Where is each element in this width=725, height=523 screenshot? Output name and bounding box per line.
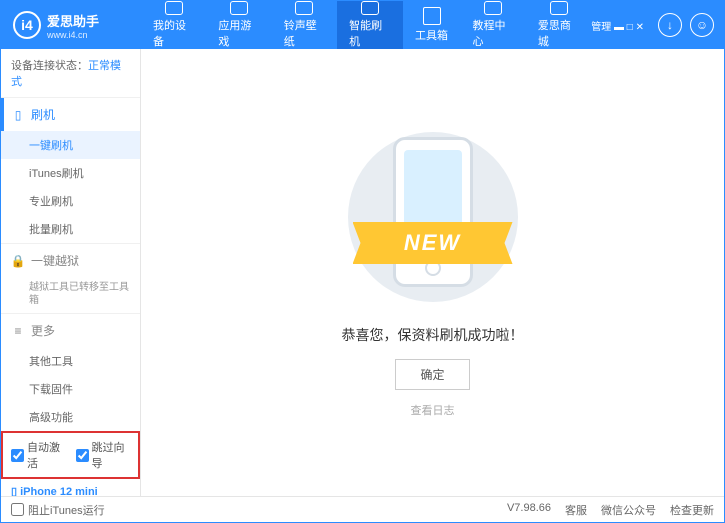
- app-url: www.i4.cn: [47, 30, 99, 40]
- device-name: ▯ iPhone 12 mini: [11, 485, 130, 496]
- window-buttons[interactable]: 管理 ▬ □ ✕: [591, 18, 644, 33]
- sidebar-more-section: ≡ 更多 其他工具 下载固件 高级功能: [1, 313, 140, 431]
- success-illustration: NEW: [343, 127, 523, 307]
- sidebar-head-label: 一键越狱: [31, 252, 79, 269]
- flash-options-checks: 自动激活 跳过向导: [1, 431, 140, 479]
- block-itunes-label: 阻止iTunes运行: [28, 502, 105, 518]
- statusbar-right: V7.98.66 客服 微信公众号 检查更新: [507, 502, 714, 518]
- app-window: i4 爱思助手 www.i4.cn 我的设备 应用游戏 铃声壁纸 智能刷机 工具…: [0, 0, 725, 523]
- nav-ringtones[interactable]: 铃声壁纸: [272, 1, 337, 49]
- logo-text: 爱思助手 www.i4.cn: [47, 11, 99, 40]
- flash-icon: [361, 1, 379, 15]
- titlebar: i4 爱思助手 www.i4.cn 我的设备 应用游戏 铃声壁纸 智能刷机 工具…: [1, 1, 724, 49]
- apps-icon: [230, 1, 248, 15]
- toolbox-icon: [423, 7, 441, 25]
- sidebar-item-other-tools[interactable]: 其他工具: [1, 347, 140, 375]
- connection-status: 设备连接状态：正常模式: [1, 49, 140, 97]
- sidebar-head-label: 刷机: [31, 106, 55, 123]
- logo-area: i4 爱思助手 www.i4.cn: [1, 11, 141, 40]
- menu-icon: ≡: [11, 324, 25, 338]
- nav-apps-games[interactable]: 应用游戏: [206, 1, 271, 49]
- nav-tabs: 我的设备 应用游戏 铃声壁纸 智能刷机 工具箱 教程中心 爱思商城: [141, 1, 591, 49]
- phone-graphic: [393, 137, 473, 287]
- new-ribbon: NEW: [353, 222, 513, 264]
- sidebar-item-itunes-flash[interactable]: iTunes刷机: [1, 159, 140, 187]
- sidebar-item-download-fw[interactable]: 下载固件: [1, 375, 140, 403]
- user-icon[interactable]: ☺: [690, 13, 714, 37]
- statusbar-left: 阻止iTunes运行: [11, 502, 105, 518]
- version-label: V7.98.66: [507, 502, 551, 518]
- ringtone-icon: [295, 1, 313, 15]
- nav-label: 教程中心: [473, 17, 514, 49]
- conn-label: 设备连接状态：: [11, 60, 88, 72]
- statusbar: 阻止iTunes运行 V7.98.66 客服 微信公众号 检查更新: [1, 496, 724, 522]
- check-label: 跳过向导: [92, 439, 131, 471]
- check-auto-activate[interactable]: 自动激活: [11, 439, 66, 471]
- sidebar-bottom: 自动激活 跳过向导 ▯ iPhone 12 mini 64GB Down-12m…: [1, 431, 140, 496]
- nav-label: 工具箱: [415, 27, 448, 43]
- sidebar-flash-section: ▯ 刷机 一键刷机 iTunes刷机 专业刷机 批量刷机: [1, 97, 140, 243]
- nav-label: 爱思商城: [538, 17, 579, 49]
- main-content: NEW 恭喜您，保资料刷机成功啦！ 确定 查看日志: [141, 49, 724, 496]
- sidebar-head-more[interactable]: ≡ 更多: [1, 314, 140, 347]
- sidebar-item-advanced[interactable]: 高级功能: [1, 403, 140, 431]
- nav-tutorials[interactable]: 教程中心: [461, 1, 526, 49]
- download-icon[interactable]: ↓: [658, 13, 682, 37]
- sidebar: 设备连接状态：正常模式 ▯ 刷机 一键刷机 iTunes刷机 专业刷机 批量刷机…: [1, 49, 141, 496]
- sidebar-head-label: 更多: [31, 322, 55, 339]
- sidebar-item-oneclick-flash[interactable]: 一键刷机: [1, 131, 140, 159]
- tutorial-icon: [484, 1, 502, 15]
- app-name: 爱思助手: [47, 11, 99, 30]
- sidebar-item-batch-flash[interactable]: 批量刷机: [1, 215, 140, 243]
- nav-store[interactable]: 爱思商城: [526, 1, 591, 49]
- check-update-link[interactable]: 检查更新: [670, 502, 714, 518]
- jailbreak-note: 越狱工具已转移至工具箱: [1, 277, 140, 313]
- nav-my-device[interactable]: 我的设备: [141, 1, 206, 49]
- nav-label: 我的设备: [153, 17, 194, 49]
- nav-label: 智能刷机: [349, 17, 390, 49]
- nav-label: 铃声壁纸: [284, 17, 325, 49]
- check-label: 自动激活: [27, 439, 66, 471]
- check-skip-guide[interactable]: 跳过向导: [76, 439, 131, 471]
- title-controls: 管理 ▬ □ ✕ ↓ ☺: [591, 13, 724, 37]
- device-icon: [165, 1, 183, 15]
- customer-service-link[interactable]: 客服: [565, 502, 587, 518]
- nav-label: 应用游戏: [218, 17, 259, 49]
- sidebar-head-jailbreak[interactable]: 🔒 一键越狱: [1, 244, 140, 277]
- nav-smart-flash[interactable]: 智能刷机: [337, 1, 402, 49]
- sidebar-item-pro-flash[interactable]: 专业刷机: [1, 187, 140, 215]
- lock-icon: 🔒: [11, 254, 25, 268]
- sidebar-jailbreak-section: 🔒 一键越狱 越狱工具已转移至工具箱: [1, 243, 140, 313]
- device-info: ▯ iPhone 12 mini 64GB Down-12mini-13,1: [1, 479, 140, 496]
- sidebar-head-flash[interactable]: ▯ 刷机: [1, 98, 140, 131]
- wechat-link[interactable]: 微信公众号: [601, 502, 656, 518]
- checkbox-auto-activate[interactable]: [11, 449, 24, 462]
- view-log-link[interactable]: 查看日志: [411, 402, 455, 418]
- body: 设备连接状态：正常模式 ▯ 刷机 一键刷机 iTunes刷机 专业刷机 批量刷机…: [1, 49, 724, 496]
- ok-button[interactable]: 确定: [395, 359, 469, 390]
- nav-toolbox[interactable]: 工具箱: [403, 1, 461, 49]
- phone-icon: ▯: [11, 108, 25, 122]
- store-icon: [550, 1, 568, 15]
- checkbox-block-itunes[interactable]: [11, 503, 24, 516]
- checkbox-skip-guide[interactable]: [76, 449, 89, 462]
- success-message: 恭喜您，保资料刷机成功啦！: [342, 325, 524, 345]
- logo-icon: i4: [13, 11, 41, 39]
